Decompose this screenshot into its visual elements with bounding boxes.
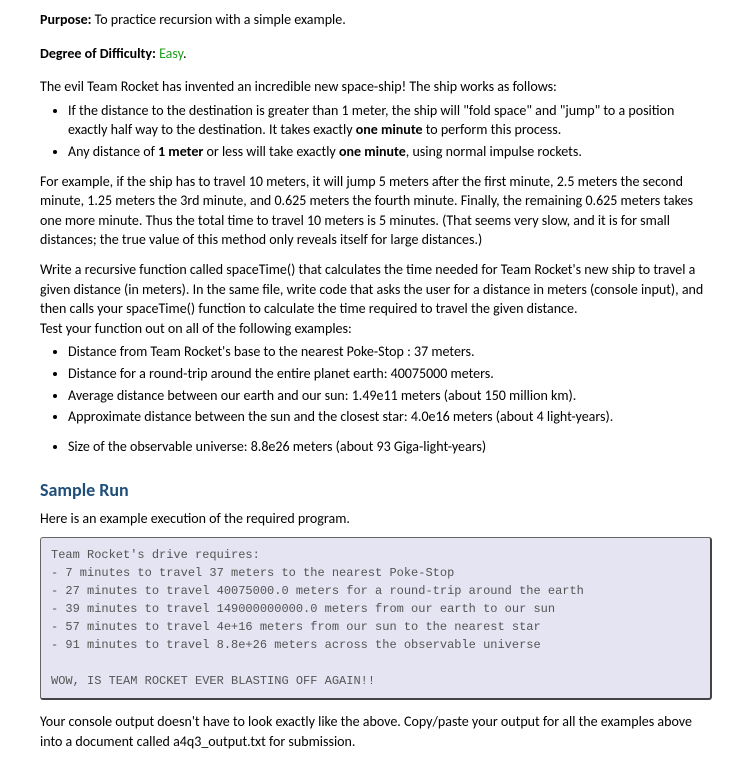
tests-list-extra: Size of the observable universe: 8.8e26 … xyxy=(40,437,712,457)
purpose-line: Purpose: To practice recursion with a si… xyxy=(40,10,712,30)
list-item: Distance for a round-trip around the ent… xyxy=(68,364,712,384)
list-item: Distance from Team Rocket's base to the … xyxy=(68,342,712,362)
console-output: Team Rocket's drive requires: - 7 minute… xyxy=(40,537,712,700)
list-item: If the distance to the destination is gr… xyxy=(68,101,712,140)
example-paragraph: For example, if the ship has to travel 1… xyxy=(40,172,712,250)
closing-paragraph: Your console output doesn't have to look… xyxy=(40,712,712,751)
difficulty-label: Degree of Difficulty: xyxy=(40,45,156,62)
list-item: Any distance of 1 meter or less will tak… xyxy=(68,142,712,162)
difficulty-line: Degree of Difficulty: Easy. xyxy=(40,44,712,64)
list-item: Average distance between our earth and o… xyxy=(68,386,712,406)
intro-text: The evil Team Rocket has invented an inc… xyxy=(40,77,712,97)
test-intro: Test your function out on all of the fol… xyxy=(40,319,712,339)
purpose-label: Purpose: xyxy=(40,11,91,28)
list-item: Size of the observable universe: 8.8e26 … xyxy=(68,437,712,457)
sample-run-heading: Sample Run xyxy=(40,478,712,503)
sample-intro: Here is an example execution of the requ… xyxy=(40,509,712,529)
purpose-text: To practice recursion with a simple exam… xyxy=(91,11,345,28)
tests-list: Distance from Team Rocket's base to the … xyxy=(40,342,712,426)
difficulty-value: Easy xyxy=(159,45,183,62)
task-paragraph: Write a recursive function called spaceT… xyxy=(40,260,712,319)
list-item: Approximate distance between the sun and… xyxy=(68,407,712,427)
rules-list: If the distance to the destination is gr… xyxy=(40,101,712,162)
